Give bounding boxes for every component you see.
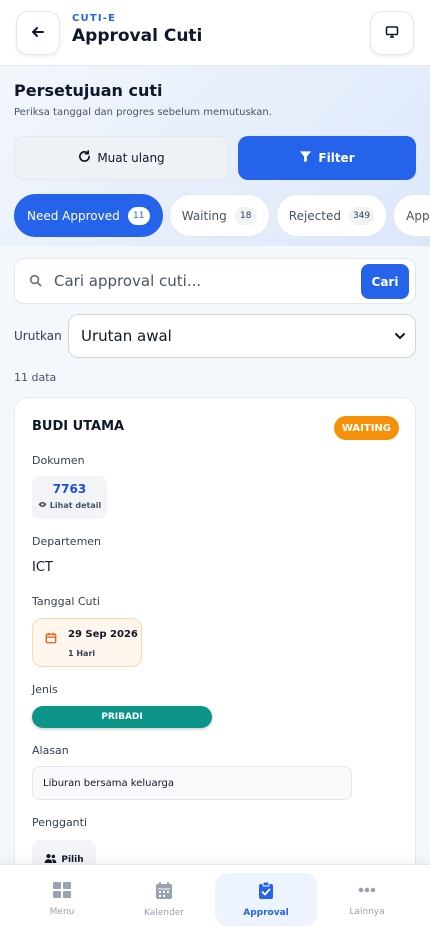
status-tabs: Need Approved 11 Waiting 18 Rejected 349… [14, 194, 430, 238]
sort-select[interactable]: Urutan awal [68, 314, 416, 358]
top-bar: CUTI-E Approval Cuti [0, 0, 430, 66]
nav-kalender[interactable]: Kalender [113, 873, 215, 926]
date-chip: 29 Sep 2026 1 Hari [32, 618, 142, 667]
header-titles: CUTI-E Approval Cuti [72, 13, 202, 46]
departemen-value: ICT [32, 560, 53, 575]
dokumen-label: Dokumen [32, 454, 85, 467]
search-input[interactable] [54, 272, 339, 290]
page-subtitle: Periksa tanggal dan progres sebelum memu… [14, 107, 272, 118]
grid-icon [53, 882, 71, 901]
view-detail-label: Lihat detail [49, 501, 102, 510]
tab-rejected[interactable]: Rejected 349 [275, 194, 388, 237]
nav-label: Kalender [144, 907, 184, 918]
tanggal-label: Tanggal Cuti [32, 595, 100, 608]
nav-label: Approval [243, 907, 289, 918]
tab-waiting[interactable]: Waiting 18 [168, 194, 270, 237]
desktop-view-button[interactable] [370, 11, 414, 55]
section-label: CUTI-E [72, 13, 117, 24]
calendar-icon [45, 629, 57, 648]
nav-label: Lainnya [349, 907, 385, 917]
leave-date: 29 Sep 2026 [68, 629, 138, 640]
nav-label: Menu [49, 907, 75, 917]
tab-need-approved[interactable]: Need Approved 11 [14, 194, 163, 237]
leave-duration: 1 Hari [68, 649, 96, 658]
more-icon [358, 882, 376, 901]
calendar-icon [156, 881, 172, 902]
tab-approved[interactable]: Approved [393, 194, 430, 237]
tab-label: Need Approved [27, 208, 120, 223]
filter-label: Filter [318, 151, 355, 165]
document-number: 7763 [52, 482, 87, 496]
document-link[interactable]: 7763 Lihat detail [32, 476, 107, 519]
tab-label: Waiting [181, 208, 227, 223]
sort-selected-value: Urutan awal [81, 327, 172, 345]
monitor-icon [385, 24, 399, 43]
sort-label: Urutkan [14, 329, 62, 343]
nav-menu[interactable]: Menu [11, 873, 113, 926]
reload-label: Muat ulang [97, 151, 165, 165]
status-badge: WAITING [333, 416, 399, 440]
refresh-icon [78, 150, 91, 166]
chevron-down-icon [393, 329, 407, 347]
alasan-label: Alasan [32, 744, 69, 757]
jenis-label: Jenis [32, 683, 58, 696]
reason-value: Liburan bersama keluarga [32, 766, 352, 800]
nav-lainnya[interactable]: Lainnya [316, 873, 418, 926]
view-detail-link: Lihat detail [32, 500, 107, 511]
search-bar: Cari [14, 258, 416, 304]
bottom-nav: Menu Kalender Approval Lainnya [0, 864, 430, 932]
page-title: Approval Cuti [72, 26, 203, 46]
tab-count: 349 [348, 206, 375, 225]
approval-card[interactable]: BUDI UTAMA WAITING Dokumen 7763 Lihat de… [14, 397, 416, 917]
tab-label: Approved [406, 208, 430, 223]
pengganti-label: Pengganti [32, 816, 88, 829]
search-button[interactable]: Cari [361, 264, 409, 299]
tab-label: Rejected [288, 208, 341, 223]
departemen-label: Departemen [32, 535, 102, 548]
tab-count: 18 [234, 206, 257, 225]
back-button[interactable] [16, 11, 60, 55]
clipboard-check-icon [259, 881, 273, 902]
search-icon [29, 272, 42, 291]
tab-count: 11 [127, 206, 150, 225]
eye-icon [38, 500, 47, 511]
reload-button[interactable]: Muat ulang [14, 136, 229, 180]
result-count: 11 data [14, 371, 57, 384]
leave-type-badge: PRIBADI [32, 706, 212, 728]
nav-approval[interactable]: Approval [215, 873, 317, 926]
filter-icon [299, 150, 312, 166]
filter-button[interactable]: Filter [238, 136, 416, 180]
employee-name: BUDI UTAMA [32, 419, 125, 434]
arrow-left-icon [31, 24, 45, 43]
page-heading: Persetujuan cuti [14, 81, 163, 100]
